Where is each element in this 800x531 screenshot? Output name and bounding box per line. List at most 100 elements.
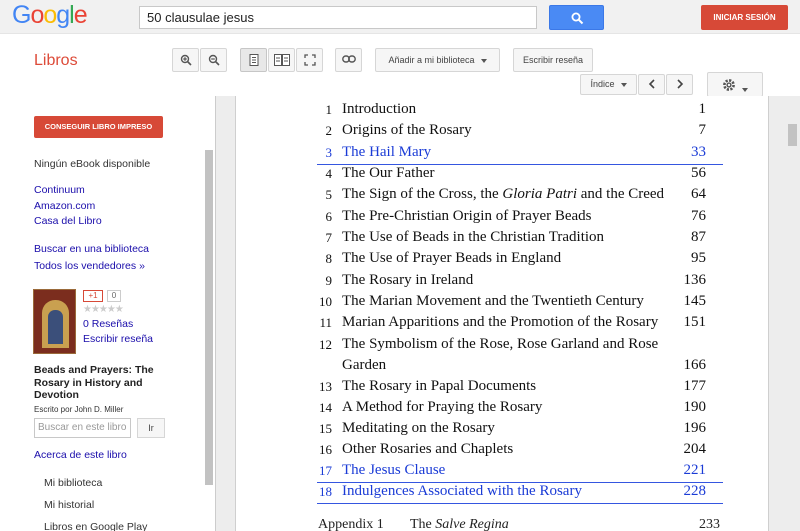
toc-entry[interactable]: 12 The Symbolism of the Rose, Rose Garlan… [236, 336, 770, 357]
book-author: Escrito por John D. Miller [34, 405, 124, 414]
no-ebook-text: Ningún eBook disponible [34, 158, 151, 170]
link-button[interactable] [335, 48, 362, 72]
fullscreen-button[interactable] [296, 48, 323, 72]
toolbar: Libros Añadir a mi biblioteca Escribir r… [0, 34, 800, 97]
toc-entry-number: 7 [325, 230, 333, 245]
toc-entry-title: The Jesus Clause [342, 462, 446, 478]
toc-entry-title: The Our Father [342, 165, 435, 181]
next-page-button[interactable] [666, 74, 693, 95]
toc-entry-title: The Use of Beads in the Christian Tradit… [342, 229, 605, 245]
toc-entry-page: 56 [691, 165, 706, 181]
toc-entry-title: The Sign of the Cross, the Gloria Patri … [342, 186, 665, 202]
toc-entry[interactable]: 18 Indulgences Associated with the Rosary… [236, 483, 770, 504]
index-dropdown[interactable]: Índice [580, 74, 637, 95]
search-in-book-button[interactable]: Ir [137, 418, 165, 438]
logo-letter: o [30, 1, 44, 29]
toc-entry[interactable]: 14 A Method for Praying the Rosary 190 [236, 399, 770, 420]
all-sellers-link[interactable]: Todos los vendedores » [34, 260, 145, 272]
toc-entry-number: 13 [319, 379, 332, 394]
fullscreen-icon [303, 54, 316, 66]
zoom-in-button[interactable] [172, 48, 199, 72]
toc-entry[interactable]: 4 The Our Father 56 [236, 165, 770, 186]
find-in-library-link[interactable]: Buscar en una biblioteca [34, 243, 149, 255]
toc-entry[interactable]: Garden 166 [236, 357, 770, 378]
logo-letter: G [12, 1, 31, 29]
toc-entry-page: 190 [683, 399, 707, 415]
seller-link-continuum[interactable]: Continuum [34, 184, 85, 196]
seller-link-amazon[interactable]: Amazon.com [34, 200, 95, 212]
toc-entry-number: 14 [319, 400, 332, 415]
seller-link-casa-del-libro[interactable]: Casa del Libro [34, 215, 102, 227]
toc-entry-number: 3 [325, 145, 333, 160]
toc-entry[interactable]: 13 The Rosary in Papal Documents 177 [236, 378, 770, 399]
toc-entry-number: 18 [319, 484, 332, 499]
toc-entry-page: 95 [691, 250, 706, 266]
toc-entry-title: Origins of the Rosary [342, 122, 472, 138]
single-page-view-button[interactable] [240, 48, 267, 72]
toc-entry-title: Marian Apparitions and the Promotion of … [342, 314, 659, 330]
menu-my-history[interactable]: Mi historial [44, 499, 94, 511]
toc-entry[interactable]: 10 The Marian Movement and the Twentieth … [236, 293, 770, 314]
book-cover[interactable] [33, 289, 76, 354]
toc-entry[interactable]: 11 Marian Apparitions and the Promotion o… [236, 314, 770, 335]
toc-entry[interactable]: 17 The Jesus Clause 221 [236, 462, 770, 483]
zoom-out-icon [208, 54, 220, 66]
toc-entry-number: 16 [319, 442, 332, 457]
toc-entry[interactable]: 5 The Sign of the Cross, the Gloria Patri… [236, 186, 770, 207]
toc-entry-number: 5 [325, 187, 333, 202]
write-review-link[interactable]: Escribir reseña [83, 333, 153, 345]
index-label: Índice [590, 79, 615, 89]
toc-entry-title: A Method for Praying the Rosary [342, 399, 543, 415]
toc-entry-title: Meditating on the Rosary [342, 420, 495, 436]
toc-entry-title: The Symbolism of the Rose, Rose Garland … [342, 336, 659, 352]
toc-entry[interactable]: 9 The Rosary in Ireland 136 [236, 272, 770, 293]
add-to-library-button[interactable]: Añadir a mi biblioteca [375, 48, 500, 72]
toc-entry-number: 9 [325, 273, 333, 288]
toc-entry[interactable]: 1 Introduction 1 [236, 101, 770, 122]
toc-entry-number: 17 [319, 463, 332, 478]
previous-page-button[interactable] [638, 74, 665, 95]
write-review-button[interactable]: Escribir reseña [513, 48, 593, 72]
toc-entry-title: The Pre-Christian Origin of Prayer Beads [342, 208, 592, 224]
toc-entry[interactable]: 15 Meditating on the Rosary 196 [236, 420, 770, 441]
signin-button[interactable]: INICIAR SESIÓN [701, 5, 788, 30]
search-icon [571, 12, 584, 25]
toc-entry-page: 7 [698, 122, 707, 138]
google-logo[interactable]: Google [12, 1, 88, 30]
toc-entry[interactable]: 6 The Pre-Christian Origin of Prayer Bead… [236, 208, 770, 229]
toc-entry-page: 145 [683, 293, 707, 309]
toc-entry-number: 2 [325, 123, 333, 138]
gplus-button[interactable]: +1 [83, 290, 103, 302]
chevron-left-icon [648, 79, 655, 89]
about-book-link[interactable]: Acerca de este libro [34, 449, 127, 461]
toc-entry[interactable]: 7 The Use of Beads in the Christian Tradi… [236, 229, 770, 250]
toc-entry-number: 6 [325, 209, 333, 224]
section-title[interactable]: Libros [34, 52, 78, 70]
gplus-count: 0 [107, 290, 121, 302]
viewer-scrollbar[interactable] [788, 124, 797, 146]
appendix-title-prefix: The [410, 517, 436, 531]
menu-google-play-books[interactable]: Libros en Google Play [44, 521, 147, 531]
toc-entry-page: 64 [691, 186, 706, 202]
toc-entry[interactable]: 16 Other Rosaries and Chaplets 204 [236, 441, 770, 462]
toc-entry[interactable]: 8 The Use of Prayer Beads in England 95 [236, 250, 770, 271]
appendix-title: The Salve Regina [410, 517, 509, 531]
search-button[interactable] [549, 5, 604, 30]
zoom-out-button[interactable] [200, 48, 227, 72]
appendix-label: Appendix 1 [318, 517, 384, 531]
toc-entry-title: Introduction [342, 101, 417, 117]
toc-entry[interactable]: 2 Origins of the Rosary 7 [236, 122, 770, 143]
toc-entry-number: 10 [319, 294, 332, 309]
toc-entry-page: 204 [683, 441, 707, 457]
reviews-link[interactable]: 0 Reseñas [83, 318, 133, 330]
search-input[interactable] [139, 6, 537, 29]
left-scrollbar[interactable] [205, 150, 213, 485]
menu-my-library[interactable]: Mi biblioteca [44, 477, 102, 489]
appendix-title-italic: Salve Regina [435, 517, 509, 531]
toc-appendix[interactable]: Appendix 1 The Salve Regina 233 [318, 517, 720, 531]
buy-print-book-button[interactable]: CONSEGUIR LIBRO IMPRESO [34, 116, 163, 138]
settings-button[interactable] [707, 72, 763, 97]
toc-entry[interactable]: 3 The Hail Mary 33 [236, 144, 770, 165]
search-in-book-input[interactable]: Buscar en este libro [34, 418, 131, 438]
two-page-view-button[interactable] [268, 48, 295, 72]
